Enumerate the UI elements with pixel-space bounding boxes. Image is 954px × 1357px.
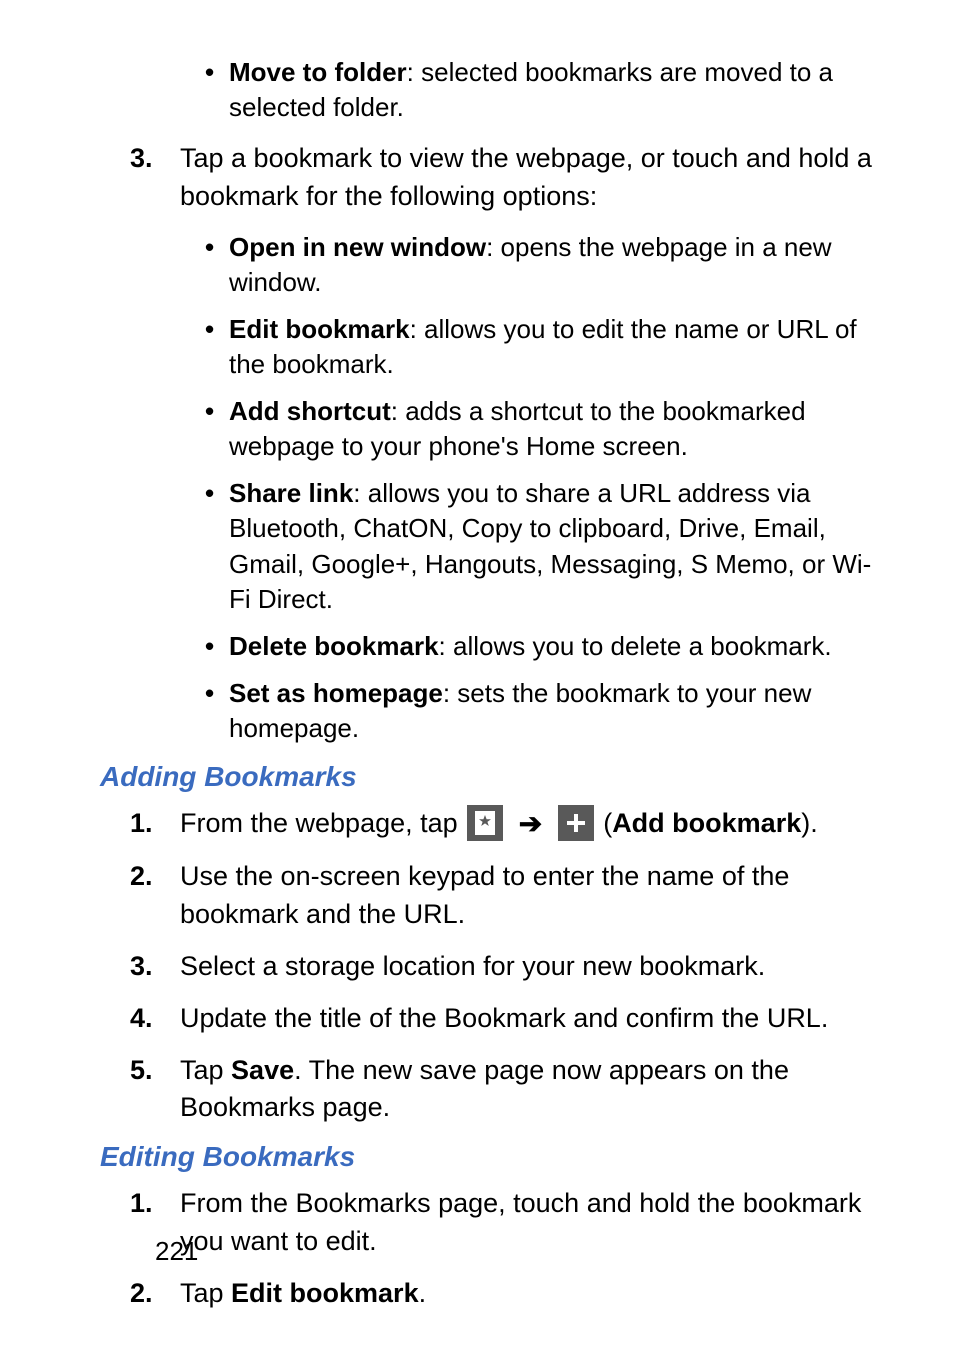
numbered-list-editing: 1. From the Bookmarks page, touch and ho… <box>100 1185 884 1312</box>
manual-page: • Move to folder: selected bookmarks are… <box>0 0 954 1357</box>
bullet-body: Move to folder: selected bookmarks are m… <box>229 55 884 125</box>
step-marker: 4. <box>130 1000 180 1038</box>
step-body: Tap Edit bookmark. <box>180 1275 884 1313</box>
plus-icon <box>558 805 594 841</box>
bullet-term: Set as homepage <box>229 678 443 708</box>
bullet-item: • Open in new window: opens the webpage … <box>205 230 884 300</box>
step-text-pre: Tap <box>180 1055 231 1085</box>
bullet-marker: • <box>205 394 229 464</box>
bullet-body: Edit bookmark: allows you to edit the na… <box>229 312 884 382</box>
bullet-list-step3: • Open in new window: opens the webpage … <box>100 230 884 746</box>
bullet-list-top: • Move to folder: selected bookmarks are… <box>100 55 884 125</box>
step-body: Tap Save. The new save page now appears … <box>180 1052 884 1128</box>
step-text: From the Bookmarks page, touch and hold … <box>180 1185 884 1261</box>
list-step: 4. Update the title of the Bookmark and … <box>130 1000 884 1038</box>
bullet-item: • Set as homepage: sets the bookmark to … <box>205 676 884 746</box>
bullet-item: • Delete bookmark: allows you to delete … <box>205 629 884 664</box>
step-body: From the webpage, tap ➔ (Add bookmark <box>180 805 884 844</box>
arrow-icon: ➔ <box>519 804 542 843</box>
list-step: 1. From the webpage, tap ➔ <box>130 805 884 844</box>
bullet-body: Add shortcut: adds a shortcut to the boo… <box>229 394 884 464</box>
step-text-pre: From the webpage, tap <box>180 808 465 838</box>
step-text: Select a storage location for your new b… <box>180 948 884 986</box>
bullet-body: Delete bookmark: allows you to delete a … <box>229 629 884 664</box>
bullet-term: Add shortcut <box>229 396 391 426</box>
step-text-post-bold: Add bookmark <box>612 808 801 838</box>
bullet-marker: • <box>205 676 229 746</box>
bookmark-star-icon <box>467 805 503 841</box>
step-text-bold: Edit bookmark <box>231 1278 419 1308</box>
list-step: 3. Select a storage location for your ne… <box>130 948 884 986</box>
step-text: Use the on-screen keypad to enter the na… <box>180 858 884 934</box>
bullet-body: Set as homepage: sets the bookmark to yo… <box>229 676 884 746</box>
list-step: 3. Tap a bookmark to view the webpage, o… <box>130 140 884 216</box>
list-step: 2. Use the on-screen keypad to enter the… <box>130 858 884 934</box>
bullet-term: Delete bookmark <box>229 631 439 661</box>
step-marker: 3. <box>130 140 180 216</box>
bullet-marker: • <box>205 312 229 382</box>
bullet-body: Open in new window: opens the webpage in… <box>229 230 884 300</box>
step-marker: 3. <box>130 948 180 986</box>
bullet-item: • Edit bookmark: allows you to edit the … <box>205 312 884 382</box>
bullet-item: • Share link: allows you to share a URL … <box>205 476 884 616</box>
list-step: 2. Tap Edit bookmark. <box>130 1275 884 1313</box>
step-text: Update the title of the Bookmark and con… <box>180 1000 884 1038</box>
step-marker: 2. <box>130 1275 180 1313</box>
step-marker: 5. <box>130 1052 180 1128</box>
bullet-marker: • <box>205 230 229 300</box>
step-text-post: . <box>419 1278 427 1308</box>
step-text-pre: Tap <box>180 1278 231 1308</box>
step-text-post-open: ( <box>603 808 612 838</box>
section-heading-adding: Adding Bookmarks <box>100 761 884 793</box>
list-step: 5. Tap Save. The new save page now appea… <box>130 1052 884 1128</box>
bullet-marker: • <box>205 476 229 616</box>
bullet-item: • Add shortcut: adds a shortcut to the b… <box>205 394 884 464</box>
step-text-post-close: ). <box>801 808 818 838</box>
bullet-item: • Move to folder: selected bookmarks are… <box>205 55 884 125</box>
step-text-bold: Save <box>231 1055 294 1085</box>
bullet-body: Share link: allows you to share a URL ad… <box>229 476 884 616</box>
bullet-term: Move to folder <box>229 57 407 87</box>
section-heading-editing: Editing Bookmarks <box>100 1141 884 1173</box>
bullet-desc: : allows you to delete a bookmark. <box>439 631 832 661</box>
page-number: 221 <box>155 1236 198 1267</box>
bullet-marker: • <box>205 629 229 664</box>
list-step: 1. From the Bookmarks page, touch and ho… <box>130 1185 884 1261</box>
step-marker: 1. <box>130 805 180 844</box>
bullet-marker: • <box>205 55 229 125</box>
bullet-term: Edit bookmark <box>229 314 410 344</box>
step-text: Tap a bookmark to view the webpage, or t… <box>180 140 884 216</box>
numbered-list-cont: 3. Tap a bookmark to view the webpage, o… <box>100 140 884 216</box>
bullet-term: Open in new window <box>229 232 486 262</box>
numbered-list-adding: 1. From the webpage, tap ➔ <box>100 805 884 1127</box>
step-marker: 2. <box>130 858 180 934</box>
bullet-term: Share link <box>229 478 353 508</box>
